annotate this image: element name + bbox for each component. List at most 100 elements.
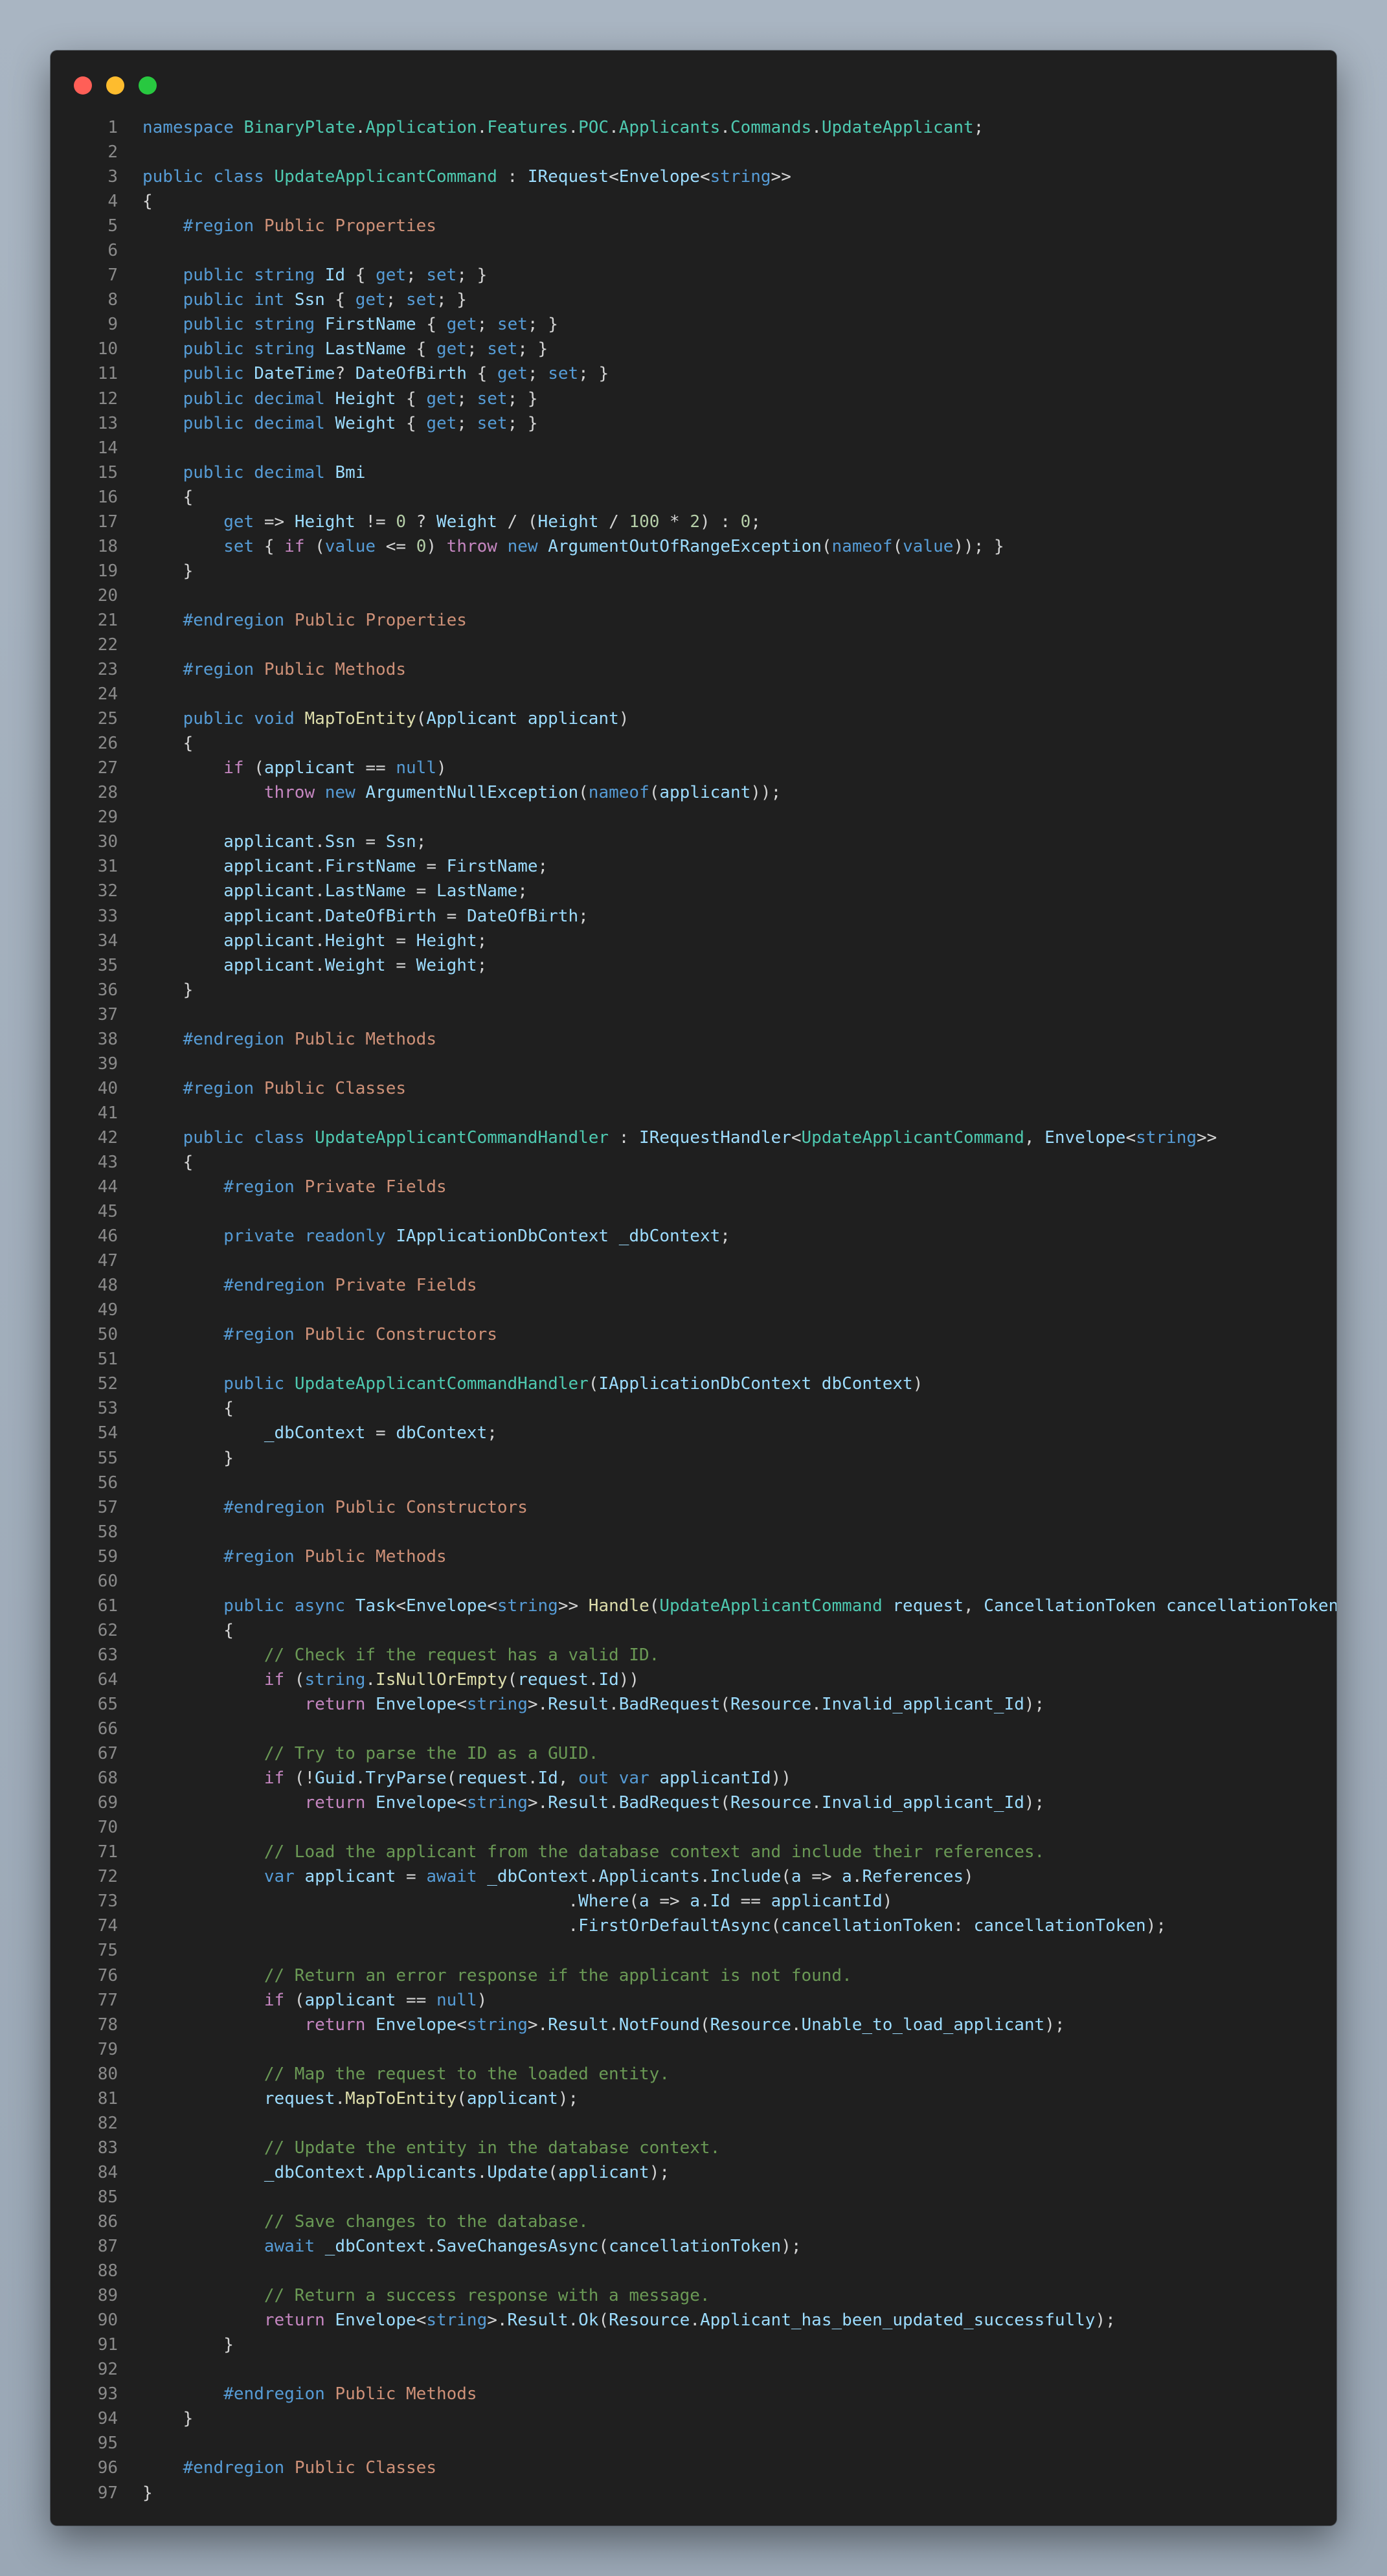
code-token: { — [142, 1620, 234, 1640]
code-line: 87 await _dbContext.SaveChangesAsync(can… — [51, 2234, 1336, 2259]
line-number: 62 — [97, 1620, 118, 1640]
line-number: 90 — [97, 2310, 118, 2331]
line-number: 46 — [97, 1226, 118, 1247]
line-number: 86 — [97, 2211, 118, 2231]
code-token: request — [457, 1768, 528, 1789]
line-number: 49 — [97, 1300, 118, 1320]
code-text: public decimal Height { get; set; } — [142, 387, 1336, 411]
line-number: 53 — [97, 1399, 118, 1419]
line-number: 76 — [97, 1965, 118, 1985]
code-token: ); — [1044, 2015, 1065, 2035]
code-token: . — [477, 118, 488, 137]
code-token: Result — [548, 2015, 609, 2035]
code-token: Envelope — [376, 2015, 457, 2035]
code-line: 40 #region Public Classes — [51, 1076, 1336, 1101]
code-token: UpdateApplicantCommandHandler — [315, 1127, 609, 1147]
minimize-window-button[interactable] — [106, 76, 124, 95]
line-number: 24 — [97, 684, 118, 705]
code-token: ; — [517, 881, 528, 901]
code-window: 1 namespace BinaryPlate.Application.Featu… — [51, 51, 1336, 2525]
line-number: 21 — [97, 610, 118, 630]
code-token: Id — [537, 1768, 558, 1789]
code-token: == — [730, 1892, 771, 1912]
line-number: 27 — [97, 758, 118, 778]
code-line: 77 if (applicant == null) — [51, 1988, 1336, 2013]
code-token: ( — [446, 1768, 457, 1789]
code-token: #region — [183, 216, 254, 236]
code-text: #region Public Methods — [142, 657, 1336, 682]
code-line: 79 — [51, 2037, 1336, 2062]
code-token: throw — [446, 536, 497, 556]
code-token: Where — [578, 1892, 629, 1912]
code-token: applicant — [558, 2162, 649, 2182]
code-token: return — [264, 2310, 325, 2331]
code-token: < — [396, 1596, 407, 1616]
code-token: Result — [548, 1793, 609, 1813]
code-text: #region Public Properties — [142, 214, 1336, 238]
code-token: Public Methods — [284, 1029, 436, 1049]
code-token: Height — [324, 931, 386, 951]
code-token: if — [264, 1768, 285, 1789]
zoom-window-button[interactable] — [139, 76, 157, 95]
code-token: Height — [416, 931, 477, 951]
code-token: } — [142, 2409, 194, 2429]
code-token: public — [223, 1374, 295, 1394]
code-line: 96 #endregion Public Classes — [51, 2456, 1336, 2480]
code-text: { — [142, 1150, 1336, 1175]
code-token: #region — [223, 1325, 295, 1345]
code-line: 1 namespace BinaryPlate.Application.Featu… — [51, 115, 1336, 140]
code-text: #region Public Classes — [142, 1076, 1336, 1101]
code-text: if (string.IsNullOrEmpty(request.Id)) — [142, 1667, 1336, 1692]
code-token: string — [426, 2310, 488, 2331]
code-token: < — [457, 1793, 467, 1813]
line-number: 66 — [97, 1719, 118, 1739]
code-text: await _dbContext.SaveChangesAsync(cancel… — [142, 2234, 1336, 2259]
code-token: BadRequest — [618, 1695, 721, 1714]
code-token: LastName — [324, 881, 407, 901]
code-token: Public Classes — [254, 1078, 407, 1098]
code-token: Public Methods — [254, 660, 407, 680]
code-token: Applicant applicant — [426, 709, 619, 729]
code-text: { — [142, 1396, 1336, 1421]
line-number: 52 — [97, 1374, 118, 1394]
code-token: ( — [781, 1867, 791, 1887]
code-token: { — [466, 364, 497, 384]
code-line: 54 _dbContext = dbContext; — [51, 1421, 1336, 1445]
code-token: Private Fields — [294, 1177, 447, 1197]
code-text: public decimal Weight { get; set; } — [142, 411, 1336, 436]
code-token: new — [324, 783, 366, 803]
line-number: 60 — [97, 1571, 118, 1591]
code-token: ( — [304, 536, 325, 556]
code-token: ; — [466, 339, 488, 359]
code-text: applicant.DateOfBirth = DateOfBirth; — [142, 904, 1336, 929]
code-line: 12 public decimal Height { get; set; } — [51, 387, 1336, 411]
code-token: applicant — [659, 783, 751, 803]
code-token: ; — [477, 315, 497, 335]
code-token: a — [639, 1892, 649, 1912]
code-token: ( — [821, 536, 832, 556]
code-line: 72 var applicant = await _dbContext.Appl… — [51, 1864, 1336, 1889]
code-token: Weight — [324, 955, 386, 975]
line-number: 28 — [97, 783, 118, 803]
code-token: ? — [335, 364, 355, 384]
code-token: < — [487, 1596, 497, 1616]
code-line: 60 — [51, 1569, 1336, 1594]
code-token: ; } — [517, 339, 548, 359]
code-token: ( — [720, 1793, 730, 1813]
close-window-button[interactable] — [74, 76, 92, 95]
code-token: await — [264, 2237, 325, 2257]
code-text: { — [142, 485, 1336, 510]
code-token: >. — [487, 2310, 508, 2331]
code-token: < — [699, 167, 710, 187]
code-line: 43 { — [51, 1150, 1336, 1175]
